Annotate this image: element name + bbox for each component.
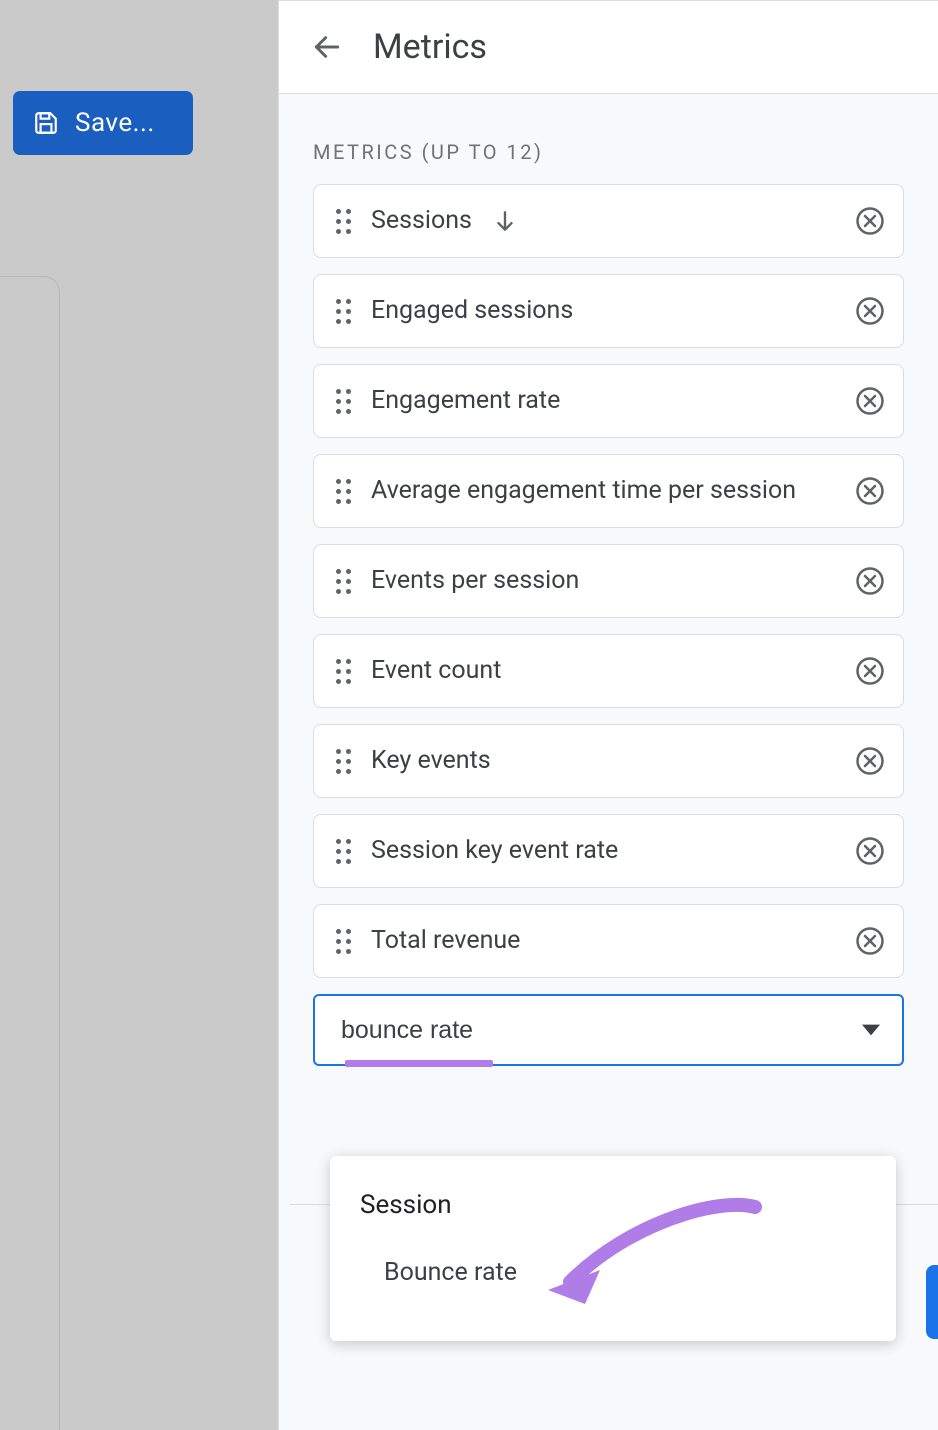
drag-handle-icon[interactable]	[336, 389, 351, 414]
metric-label: Engaged sessions	[371, 293, 835, 329]
chevron-down-icon[interactable]	[862, 1021, 880, 1039]
drag-handle-icon[interactable]	[336, 749, 351, 774]
metric-label: Key events	[371, 743, 835, 779]
metric-label: Events per session	[371, 563, 835, 599]
remove-icon[interactable]	[855, 386, 885, 416]
remove-icon[interactable]	[855, 836, 885, 866]
drag-handle-icon[interactable]	[336, 929, 351, 954]
back-arrow-icon[interactable]	[311, 31, 343, 63]
drag-handle-icon[interactable]	[336, 299, 351, 324]
metrics-section-label: METRICS (UP TO 12)	[279, 94, 938, 184]
drag-handle-icon[interactable]	[336, 479, 351, 504]
metric-label: Engagement rate	[371, 383, 835, 419]
drag-handle-icon[interactable]	[336, 569, 351, 594]
metric-row[interactable]: Event count	[313, 634, 904, 708]
drag-handle-icon[interactable]	[336, 659, 351, 684]
metrics-list: Sessions Engaged sessions Engagement rate A…	[279, 184, 938, 978]
apply-button-edge[interactable]	[926, 1265, 938, 1339]
remove-icon[interactable]	[855, 656, 885, 686]
metric-search-combobox[interactable]	[313, 994, 904, 1066]
metric-label: Event count	[371, 653, 835, 689]
save-icon	[33, 110, 59, 136]
metric-row[interactable]: Key events	[313, 724, 904, 798]
metric-row[interactable]: Engagement rate	[313, 364, 904, 438]
remove-icon[interactable]	[855, 206, 885, 236]
remove-icon[interactable]	[855, 926, 885, 956]
remove-icon[interactable]	[855, 296, 885, 326]
save-button-label: Save...	[75, 108, 155, 138]
panel-title: Metrics	[373, 27, 487, 67]
drag-handle-icon[interactable]	[336, 839, 351, 864]
sort-descending-icon[interactable]	[492, 208, 518, 234]
background-card-edge	[0, 276, 60, 1430]
remove-icon[interactable]	[855, 476, 885, 506]
background-overlay: Save...	[0, 0, 278, 1430]
drag-handle-icon[interactable]	[336, 209, 351, 234]
metric-row[interactable]: Session key event rate	[313, 814, 904, 888]
metric-label: Session key event rate	[371, 833, 835, 869]
remove-icon[interactable]	[855, 746, 885, 776]
metric-row[interactable]: Events per session	[313, 544, 904, 618]
save-button[interactable]: Save...	[13, 91, 193, 155]
dropdown-group-label: Session	[330, 1184, 896, 1244]
metric-search-input[interactable]	[341, 1016, 862, 1045]
panel-header: Metrics	[279, 1, 938, 94]
metric-label: Total revenue	[371, 923, 835, 959]
remove-icon[interactable]	[855, 566, 885, 596]
metric-search-dropdown: Session Bounce rate	[330, 1156, 896, 1341]
metric-label: Sessions	[371, 203, 472, 239]
dropdown-item-bounce-rate[interactable]: Bounce rate	[330, 1244, 896, 1301]
annotation-underline	[345, 1060, 493, 1067]
metric-label: Average engagement time per session	[371, 473, 835, 509]
metric-row[interactable]: Sessions	[313, 184, 904, 258]
metric-row[interactable]: Average engagement time per session	[313, 454, 904, 528]
metric-row[interactable]: Total revenue	[313, 904, 904, 978]
metric-row[interactable]: Engaged sessions	[313, 274, 904, 348]
